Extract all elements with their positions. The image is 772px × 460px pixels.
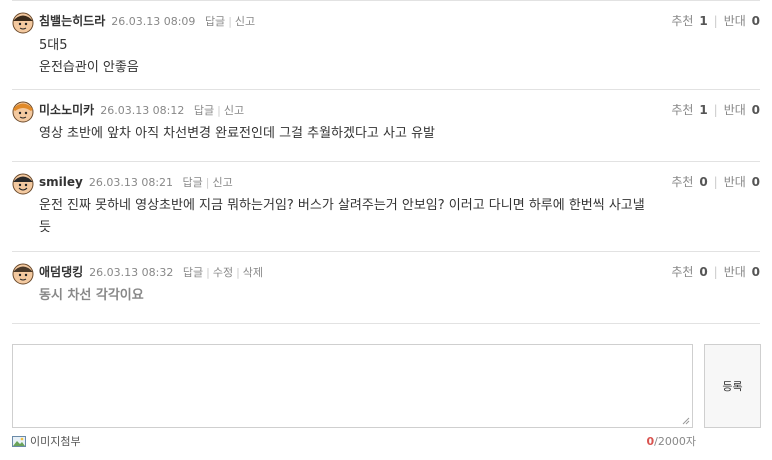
- oppose-count: 0: [751, 175, 760, 189]
- comment-text-line: 5대5: [39, 38, 68, 53]
- char-count-max: /2000자: [654, 435, 696, 448]
- divider: |: [236, 266, 240, 279]
- avatar: [12, 12, 34, 34]
- avatar: [12, 263, 34, 285]
- oppose-label: 반대: [723, 103, 746, 117]
- divider: |: [713, 265, 718, 279]
- reply-link[interactable]: 답글: [183, 176, 203, 189]
- comment-item: 침밸는히드라 26.03.13 08:09 답글 | 신고 추천 1 | 반대 0 5대5…: [12, 0, 760, 90]
- comment-text-line: 운전 진짜 못하네 영상초반에 지금 뭐하는거임? 버스가 살려주는거 안보임?…: [39, 198, 645, 213]
- resize-handle-icon[interactable]: [682, 417, 690, 425]
- recommend-label: 추천: [671, 14, 694, 28]
- oppose-label: 반대: [723, 175, 746, 189]
- comment-item: smiley 26.03.13 08:21 답글 | 신고 추천 0 | 반대 0 운전 …: [12, 162, 760, 252]
- image-attach-label: 이미지첨부: [30, 435, 81, 448]
- submit-button[interactable]: 등록: [704, 344, 761, 428]
- divider: |: [206, 266, 210, 279]
- report-link[interactable]: 신고: [235, 15, 255, 28]
- delete-link[interactable]: 삭제: [243, 266, 263, 279]
- comment-date: 26.03.13 08:09: [111, 15, 196, 28]
- divider: |: [205, 176, 210, 189]
- comment-text-line: 운전습관이 안좋음: [39, 60, 139, 75]
- comment-item: 애덤댕킹 26.03.13 08:32 답글 | 수정 | 삭제 추천 0 | 반대 0 동시…: [12, 252, 760, 324]
- oppose-label: 반대: [723, 14, 746, 28]
- comment-date: 26.03.13 08:12: [100, 104, 185, 117]
- comment-item: 미소노미카 26.03.13 08:12 답글 | 신고 추천 1 | 반대 0 영상 초…: [12, 90, 760, 162]
- comment-meta: smiley 26.03.13 08:21 답글 | 신고: [39, 174, 233, 191]
- comment-body: 5대5 운전습관이 안좋음: [39, 35, 139, 79]
- oppose-count: 0: [751, 265, 760, 279]
- recommend-button[interactable]: 추천 1: [671, 14, 707, 28]
- comment-input[interactable]: [12, 344, 693, 428]
- comment-list: 침밸는히드라 26.03.13 08:09 답글 | 신고 추천 1 | 반대 0 5대5…: [12, 0, 760, 324]
- recommend-count: 1: [699, 14, 708, 28]
- comment-date: 26.03.13 08:32: [89, 266, 174, 279]
- comment-nickname[interactable]: 침밸는히드라: [39, 14, 105, 28]
- vote-box: 추천 0 | 반대 0: [671, 264, 760, 280]
- avatar: [12, 173, 34, 195]
- recommend-button[interactable]: 추천 0: [671, 175, 707, 189]
- oppose-count: 0: [751, 103, 760, 117]
- image-attach-link[interactable]: 이미지첨부: [12, 433, 81, 449]
- comment-meta: 애덤댕킹 26.03.13 08:32 답글 | 수정 | 삭제: [39, 264, 263, 281]
- oppose-label: 반대: [723, 265, 746, 279]
- reply-link[interactable]: 답글: [205, 15, 225, 28]
- report-link[interactable]: 신고: [224, 104, 244, 117]
- char-counter: 0/2000자: [647, 433, 696, 449]
- comment-nickname[interactable]: 미소노미카: [39, 103, 94, 117]
- oppose-button[interactable]: 반대 0: [724, 175, 760, 189]
- divider: |: [713, 175, 718, 189]
- oppose-button[interactable]: 반대 0: [724, 14, 760, 28]
- vote-box: 추천 1 | 반대 0: [671, 13, 760, 29]
- divider: |: [713, 14, 718, 28]
- report-link[interactable]: 신고: [213, 176, 233, 189]
- comment-text-line: 동시 차선 각각이요: [39, 288, 144, 303]
- recommend-count: 0: [699, 175, 708, 189]
- comment-meta: 미소노미카 26.03.13 08:12 답글 | 신고: [39, 102, 244, 119]
- comment-body: 운전 진짜 못하네 영상초반에 지금 뭐하는거임? 버스가 살려주는거 안보임?…: [39, 195, 645, 239]
- comment-text-line: 영상 초반에 앞차 아직 차선변경 완료전인데 그걸 추월하겠다고 사고 유발: [39, 126, 435, 141]
- oppose-count: 0: [751, 14, 760, 28]
- image-icon: [12, 435, 26, 447]
- recommend-label: 추천: [671, 103, 694, 117]
- comment-text-line: 듯: [39, 220, 51, 235]
- vote-box: 추천 1 | 반대 0: [671, 102, 760, 118]
- recommend-button[interactable]: 추천 0: [671, 265, 707, 279]
- comment-nickname[interactable]: 애덤댕킹: [39, 265, 83, 279]
- divider: |: [228, 15, 232, 28]
- avatar: [12, 101, 34, 123]
- comment-meta: 침밸는히드라 26.03.13 08:09 답글 | 신고: [39, 13, 255, 30]
- comment-nickname[interactable]: smiley: [39, 175, 83, 189]
- recommend-label: 추천: [671, 175, 694, 189]
- vote-box: 추천 0 | 반대 0: [671, 174, 760, 190]
- comment-body: 영상 초반에 앞차 아직 차선변경 완료전인데 그걸 추월하겠다고 사고 유발: [39, 123, 435, 145]
- comment-body: 동시 차선 각각이요: [39, 285, 144, 307]
- recommend-count: 0: [699, 265, 708, 279]
- divider: |: [713, 103, 718, 117]
- recommend-button[interactable]: 추천 1: [671, 103, 707, 117]
- recommend-label: 추천: [671, 265, 694, 279]
- edit-link[interactable]: 수정: [213, 266, 233, 279]
- oppose-button[interactable]: 반대 0: [724, 103, 760, 117]
- recommend-count: 1: [699, 103, 708, 117]
- reply-link[interactable]: 답글: [183, 266, 203, 279]
- oppose-button[interactable]: 반대 0: [724, 265, 760, 279]
- divider: |: [217, 104, 221, 117]
- reply-link[interactable]: 답글: [194, 104, 214, 117]
- comment-date: 26.03.13 08:21: [88, 176, 174, 189]
